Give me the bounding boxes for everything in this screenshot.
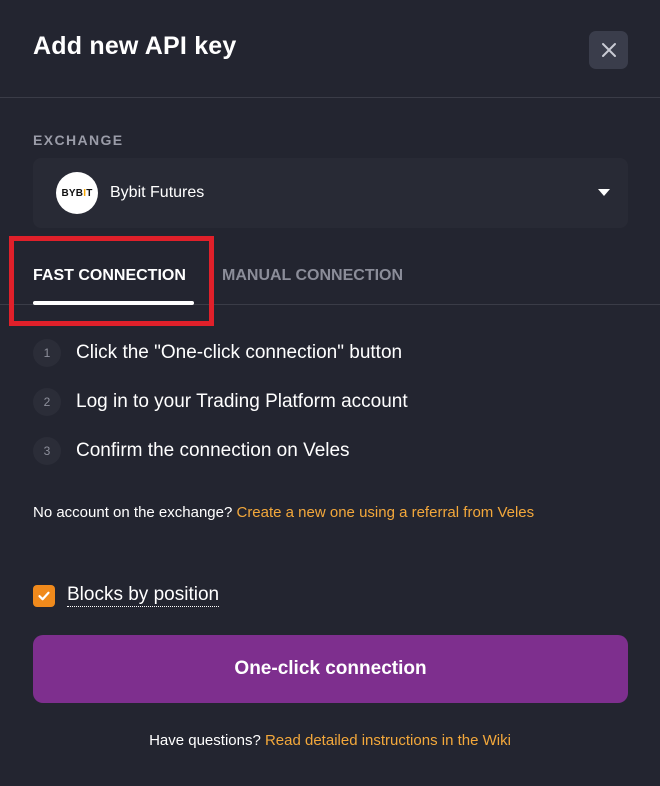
step-number: 2 <box>33 388 61 416</box>
referral-text: No account on the exchange? Create a new… <box>33 504 534 521</box>
exchange-label: EXCHANGE <box>33 132 124 148</box>
close-icon <box>601 43 616 57</box>
close-button[interactable] <box>589 31 628 69</box>
one-click-connection-button[interactable]: One-click connection <box>33 635 628 703</box>
wiki-link[interactable]: Read detailed instructions in the Wiki <box>265 732 511 749</box>
blocks-by-position-checkbox[interactable] <box>33 585 55 607</box>
step-number: 3 <box>33 437 61 465</box>
blocks-by-position-label[interactable]: Blocks by position <box>67 584 220 607</box>
step-text: Log in to your Trading Platform account <box>76 391 408 412</box>
highlight-annotation <box>9 236 214 326</box>
checkmark-icon <box>38 591 50 601</box>
exchange-select[interactable]: BYB I T Bybit Futures <box>33 158 628 228</box>
step-text: Confirm the connection on Veles <box>76 440 350 461</box>
step-text: Click the "One-click connection" button <box>76 342 403 363</box>
help-text: Have questions? Read detailed instructio… <box>0 732 660 749</box>
help-prefix: Have questions? <box>149 732 265 749</box>
bybit-logo: BYB I T <box>56 172 98 214</box>
dialog-header: Add new API key <box>0 0 660 98</box>
dialog-title: Add new API key <box>33 32 237 60</box>
referral-link[interactable]: Create a new one using a referral from V… <box>236 504 534 521</box>
referral-prefix: No account on the exchange? <box>33 504 237 521</box>
chevron-down-icon <box>598 189 610 196</box>
step-number: 1 <box>33 339 61 367</box>
tab-manual-connection[interactable]: MANUAL CONNECTION <box>222 267 403 285</box>
exchange-selected-value: Bybit Futures <box>110 184 205 201</box>
